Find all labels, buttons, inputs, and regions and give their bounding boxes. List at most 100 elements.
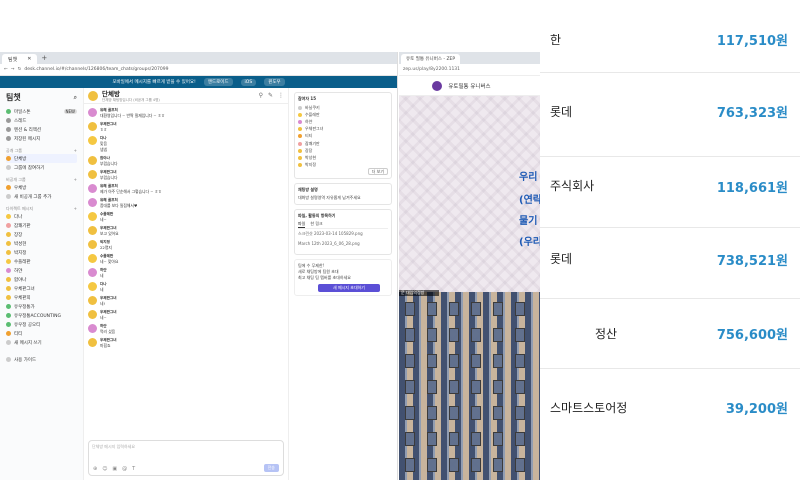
avatar [88,184,97,193]
sidebar-item-dm[interactable]: 수플레판 [6,257,77,266]
avatar [6,295,11,300]
avatar [88,268,97,277]
sidebar-item-join-group[interactable]: 그룹에 참여하기 [6,163,77,172]
game-browser-window: 유토 필통 유니버스 - ZEP zep.us/play/8y2200.1131… [399,52,540,480]
message[interactable]: 유혜 골프처 제가 아주 단순해서 그렇습니다 ~ ㅎㅎ [88,184,284,195]
message-composer[interactable]: 단체방 메시지 입력하세요 ⊕ ☺ ▣ @ T 전송 [88,440,284,476]
tab-links[interactable]: 한 링크 [310,221,322,228]
sidebar-item-saved[interactable]: 저장된 메시지 [6,134,77,143]
sidebar-item-dm[interactable]: 유우정 공오티 [6,320,77,329]
browser-tab[interactable]: 유토 필통 유니버스 - ZEP [401,54,461,64]
chat-header: 단체방 단체방 채팅방입니다 (비공개 그룹 4명) ⚲ ✎ ⋮ [84,88,288,104]
browser-tab[interactable]: 팀챗 ✕ [2,54,38,64]
classroom-desk [515,328,525,342]
sidebar-item-dm[interactable]: 합야나 [6,275,77,284]
link-icon[interactable]: ⚲ [259,92,263,99]
sidebar-item-add-private[interactable]: 새 비공개 그룹 추가 [6,192,77,201]
sidebar-item-group-active[interactable]: 단체방 [6,154,77,163]
classroom-desk [405,302,415,316]
send-button[interactable]: 전송 [263,464,279,472]
member-item[interactable]: 박성현 [298,154,388,161]
add-group-icon[interactable]: + [74,148,77,154]
sidebar-item-dm[interactable]: 박지정 [6,248,77,257]
file-item[interactable]: 스크린샷 2023-03-14 105829.png [298,231,388,241]
divider [540,227,800,228]
message[interactable]: 우체판그녀 ㅎㅎ [88,122,284,133]
composer-toolbar: ⊕ ☺ ▣ @ T [93,466,135,472]
add-group-icon[interactable]: + [74,177,77,183]
sidebar-item-dm[interactable]: 박성현 [6,239,77,248]
sidebar-item-dm[interactable]: 다나 [6,212,77,221]
message[interactable]: 유혜 골프처 증대를 보다 밀접해서♥ [88,198,284,209]
message[interactable]: 수플레판 네~ 맞아요 [88,254,284,265]
sidebar-header: 팀챗 ⌕ [6,92,77,103]
emoji-icon[interactable]: ☺ [102,466,107,472]
member-item[interactable]: 우체판그녀 [298,126,388,133]
chat-info-panel: 참여자 15 바닐쿠키 수플레판 하얀 우체판그녀 티티 잠쾌기판 장장 박성현 박지정 더 보… [289,88,397,480]
tab-files[interactable]: 파일 [298,221,306,228]
message[interactable]: 우체판그녀 보고 있어요 [88,226,284,237]
sidebar-item-dm[interactable]: 잠쾌기판 [6,221,77,230]
more-icon[interactable]: ⋮ [278,92,284,99]
message[interactable]: 박지정 22명지 [88,240,284,251]
avatar [88,324,97,333]
message[interactable]: 수플레판 네~ [88,212,284,223]
text-format-icon[interactable]: T [132,466,135,472]
member-item[interactable]: 수플레판 [298,111,388,118]
message[interactable]: 우체판그녀 네! [88,296,284,307]
sidebar-item-dm[interactable]: 하얀 [6,266,77,275]
message[interactable]: 우체판그녀 부럽습니다 [88,170,284,181]
sidebar-item-private-group[interactable]: 우체방 [6,183,77,192]
message[interactable]: 우체판그녀 마힙죠 [88,338,284,349]
pin-icon[interactable]: ✎ [268,92,273,99]
back-icon[interactable]: ← [4,67,8,72]
message-text: ㅎㅎ [100,127,107,132]
mention-icon[interactable]: @ [122,466,127,472]
sidebar-item-guide[interactable]: 사용 가이드 [6,355,77,364]
banner-ios-button[interactable]: iOS [240,78,257,86]
image-icon[interactable]: ▣ [112,466,117,472]
site-logo [432,80,442,91]
new-tab-icon[interactable]: + [41,54,47,62]
forward-icon[interactable]: → [11,67,15,72]
reload-icon[interactable]: ↻ [18,67,22,72]
member-item[interactable]: 장장 [298,147,388,154]
message[interactable]: 우체판그녀 네~ [88,310,284,321]
sidebar-item-dm[interactable]: 우체판그녀 [6,284,77,293]
sidebar-item-threads[interactable]: 스레드 [6,116,77,125]
url-field[interactable]: zep.us/play/8y2200.1131 [403,67,460,72]
message[interactable]: 합야나 부럽습니다 [88,156,284,167]
sidebar-item-mentions[interactable]: 멘션 & 리액션 [6,125,77,134]
search-icon[interactable]: ⌕ [74,94,77,102]
message[interactable]: 하얀 먹러 섰음 [88,324,284,335]
member-item[interactable]: 하얀 [298,118,388,125]
message[interactable]: 유혜 골프처 대환영입니다 ~ 반짝 필재입니다 ~ ㅎㅎ [88,108,284,119]
banner-android-button[interactable]: 앤드로이드 [203,78,233,86]
avatar [298,119,302,124]
message-text: 맞음 넵넵 [100,141,107,152]
avatar [6,241,11,246]
sidebar-item-dm[interactable]: 티티 [6,329,77,338]
message[interactable]: 다나 맞음 넵넵 [88,136,284,153]
message[interactable]: 다나 네 [88,282,284,293]
add-dm-icon[interactable]: + [74,206,77,212]
message-text: 보고 있어요 [100,231,119,236]
invite-button[interactable]: 새 메시지 초대하기 [318,283,380,292]
sidebar-item-dm[interactable]: 우체판희 [6,293,77,302]
member-item[interactable]: 티티 [298,133,388,140]
attach-icon[interactable]: ⊕ [93,466,97,472]
sidebar-item-dm[interactable]: 유우정통가 [6,302,77,311]
more-members-button[interactable]: 더 보기 [367,167,388,175]
close-tab-icon[interactable]: ✕ [27,56,31,62]
sidebar-item-dm[interactable]: 유우정통ACCOUNTING [6,311,77,320]
sidebar-item-dm[interactable]: 새 메시지 쓰기 [6,338,77,347]
url-field[interactable]: desk.channel.io/#/channels/126806/team_c… [24,67,393,72]
message[interactable]: 하얀 네 [88,268,284,279]
member-item[interactable]: 바닐쿠키 [298,104,388,111]
member-item[interactable]: 잠쾌기판 [298,140,388,147]
sidebar-item-dm[interactable]: 장장 [6,230,77,239]
file-item[interactable]: March 12th 2023_6_06_28.png [298,241,388,251]
banner-windows-button[interactable]: 윈도우 [264,78,285,86]
game-canvas[interactable]: 문 대임의정방 [399,96,540,480]
sidebar-item-milestone[interactable]: 마일스톤 NEW [6,107,77,116]
